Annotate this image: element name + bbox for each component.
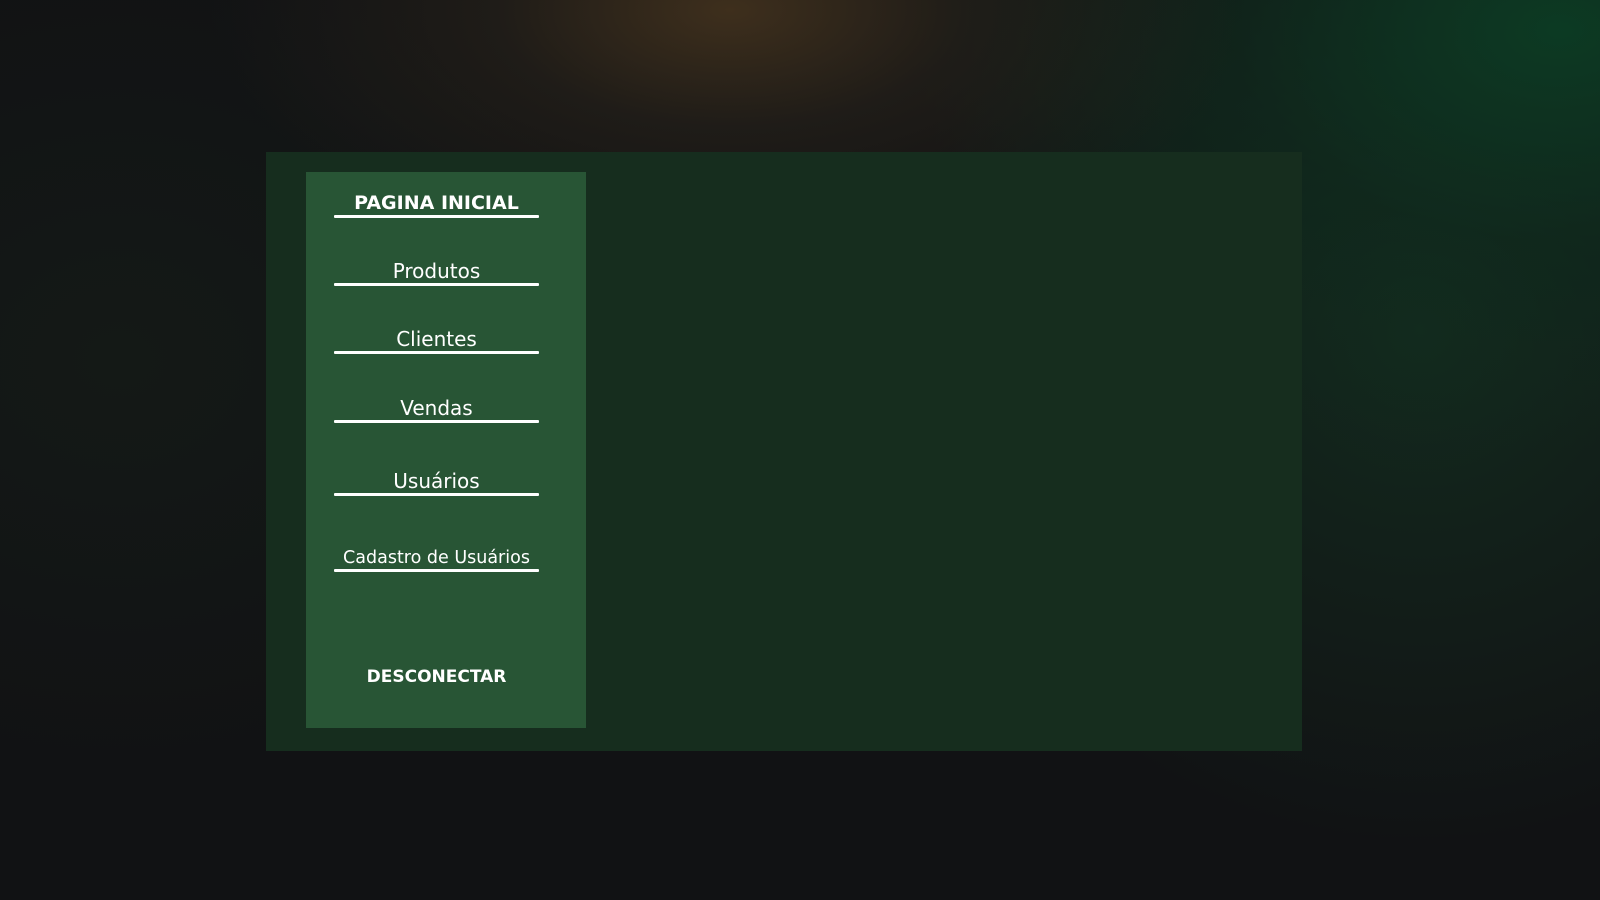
sidebar-item-usuarios[interactable]: Usuários: [334, 460, 539, 496]
sidebar-item-label: Vendas: [400, 396, 473, 420]
sidebar-item-underline: [334, 493, 539, 496]
sidebar-item-label: Usuários: [393, 469, 480, 493]
sidebar-item-underline: [334, 569, 539, 572]
sidebar-item-underline: [334, 283, 539, 286]
sidebar-item-underline: [334, 420, 539, 423]
sidebar-item-label: Produtos: [392, 259, 481, 283]
sidebar-item-pagina-inicial[interactable]: PAGINA INICIAL: [334, 182, 539, 218]
sidebar-item-underline: [334, 351, 539, 354]
sidebar-item-label: PAGINA INICIAL: [354, 192, 519, 214]
disconnect-button[interactable]: DESCONECTAR: [334, 663, 539, 691]
sidebar-item-cadastro-de-usuarios[interactable]: Cadastro de Usuários: [334, 536, 539, 572]
sidebar-item-clientes[interactable]: Clientes: [334, 318, 539, 354]
sidebar-item-label: Clientes: [396, 327, 477, 351]
sidebar-item-produtos[interactable]: Produtos: [334, 250, 539, 286]
sidebar-item-vendas[interactable]: Vendas: [334, 387, 539, 423]
sidebar-item-underline: [334, 215, 539, 218]
sidebar-item-label: Cadastro de Usuários: [343, 547, 530, 568]
